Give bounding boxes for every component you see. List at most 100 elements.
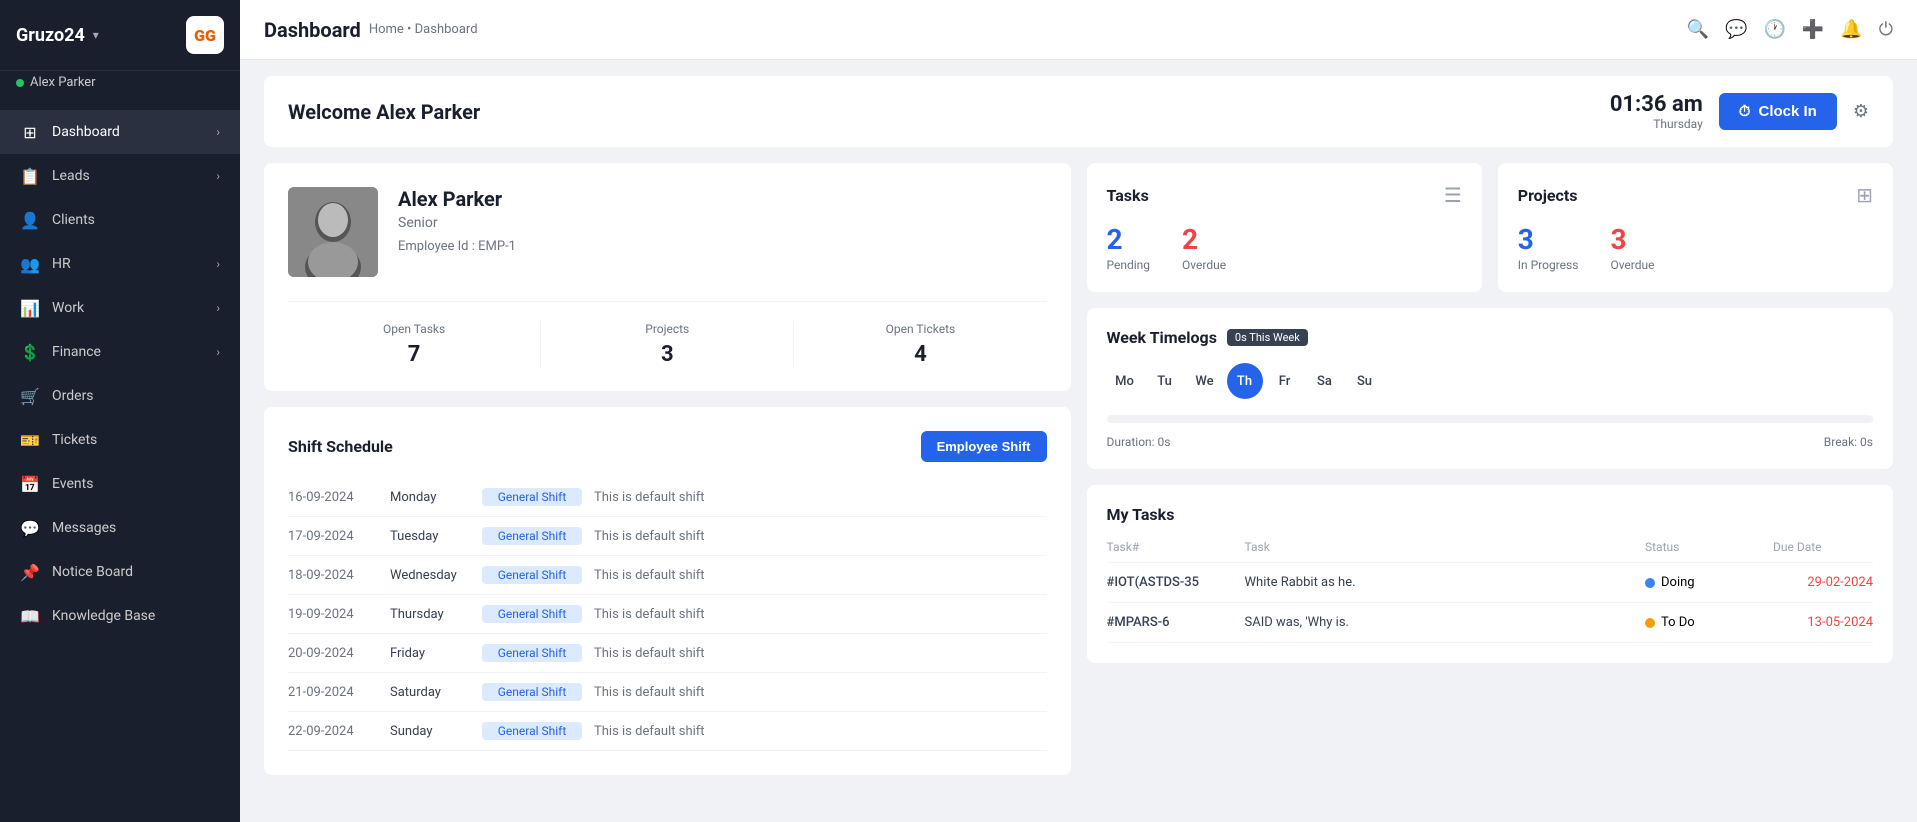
- projects-in-progress: 3 In Progress: [1518, 223, 1579, 272]
- hr-icon: 👥: [20, 254, 40, 274]
- nav-item-left: 🎫 Tickets: [20, 430, 97, 450]
- shift-badge: General Shift: [482, 566, 582, 584]
- nav-item-left: 📌 Notice Board: [20, 562, 133, 582]
- sidebar: Gruzo24 ▾ GG Alex Parker ⊞ Dashboard › 📋…: [0, 0, 240, 822]
- search-icon[interactable]: 🔍: [1687, 19, 1709, 40]
- open-tasks-label: Open Tasks: [288, 322, 540, 336]
- projects-inprogress-label: In Progress: [1518, 258, 1579, 272]
- tickets-icon: 🎫: [20, 430, 40, 450]
- shift-date: 20-09-2024: [288, 646, 378, 661]
- chevron-icon: ›: [216, 169, 220, 183]
- shift-title: Shift Schedule: [288, 437, 393, 456]
- shift-row: 17-09-2024 Tuesday General Shift This is…: [288, 517, 1047, 556]
- day-tab-th[interactable]: Th: [1227, 363, 1263, 399]
- day-tab-tu[interactable]: Tu: [1147, 363, 1183, 399]
- shift-date: 22-09-2024: [288, 724, 378, 739]
- timelogs-badge: 0s This Week: [1227, 329, 1308, 346]
- day-tab-we[interactable]: We: [1187, 363, 1223, 399]
- shift-day: Friday: [390, 646, 470, 661]
- messages-icon: 💬: [20, 518, 40, 538]
- sidebar-item-leads[interactable]: 📋 Leads ›: [0, 154, 240, 198]
- clock-in-label: Clock In: [1759, 103, 1817, 120]
- shift-day: Wednesday: [390, 568, 470, 583]
- sidebar-item-clients[interactable]: 👤 Clients: [0, 198, 240, 242]
- sidebar-item-work[interactable]: 📊 Work ›: [0, 286, 240, 330]
- profile-info: Alex Parker Senior Employee Id : EMP-1: [398, 187, 516, 254]
- clock-in-button[interactable]: ⏱ Clock In: [1719, 93, 1837, 130]
- shift-day: Tuesday: [390, 529, 470, 544]
- mytasks-col-header: Task#: [1107, 540, 1237, 554]
- task-status: To Do: [1645, 615, 1765, 630]
- shift-row: 21-09-2024 Saturday General Shift This i…: [288, 673, 1047, 712]
- employee-shift-button[interactable]: Employee Shift: [921, 431, 1047, 462]
- dashboard-icon: ⊞: [20, 122, 40, 142]
- shift-description: This is default shift: [594, 568, 1047, 583]
- timelogs-title: Week Timelogs: [1107, 328, 1217, 347]
- status-dot: [1645, 578, 1655, 588]
- mytasks-title: My Tasks: [1107, 505, 1874, 524]
- welcome-greeting: Welcome Alex Parker: [288, 100, 480, 124]
- sidebar-item-noticeboard[interactable]: 📌 Notice Board: [0, 550, 240, 594]
- nav-item-left: 🛒 Orders: [20, 386, 94, 406]
- profile-stats: Open Tasks 7 Projects 3 Open Tickets 4: [288, 301, 1047, 367]
- day-tab-sa[interactable]: Sa: [1307, 363, 1343, 399]
- shift-badge: General Shift: [482, 488, 582, 506]
- shift-row: 20-09-2024 Friday General Shift This is …: [288, 634, 1047, 673]
- noticeboard-icon: 📌: [20, 562, 40, 582]
- finance-icon: 💲: [20, 342, 40, 362]
- chat-icon[interactable]: 💬: [1725, 19, 1747, 40]
- projects-widget: Projects ⊞ 3 In Progress 3 Overdue: [1498, 163, 1893, 292]
- sidebar-item-messages[interactable]: 💬 Messages: [0, 506, 240, 550]
- timelog-duration: Duration: 0s: [1107, 435, 1171, 449]
- status-dot: [1645, 618, 1655, 628]
- chevron-icon: ›: [216, 345, 220, 359]
- nav-item-left: 📋 Leads: [20, 166, 90, 186]
- tasks-stats: 2 Pending 2 Overdue: [1107, 223, 1462, 272]
- clock-icon[interactable]: 🕐: [1763, 19, 1785, 40]
- timelogs-header: Week Timelogs 0s This Week: [1107, 328, 1874, 347]
- sidebar-nav: ⊞ Dashboard › 📋 Leads › 👤 Clients 👥 HR ›…: [0, 102, 240, 822]
- profile-employee-id: Employee Id : EMP-1: [398, 239, 516, 254]
- shift-description: This is default shift: [594, 646, 1047, 661]
- content-area: Welcome Alex Parker 01:36 am Thursday ⏱ …: [240, 60, 1917, 822]
- shift-row: 22-09-2024 Sunday General Shift This is …: [288, 712, 1047, 751]
- projects-layers-icon: ⊞: [1856, 183, 1873, 207]
- shift-date: 18-09-2024: [288, 568, 378, 583]
- projects-title: Projects: [1518, 186, 1578, 205]
- sidebar-item-finance[interactable]: 💲 Finance ›: [0, 330, 240, 374]
- chevron-icon: ›: [216, 301, 220, 315]
- sidebar-item-events[interactable]: 📅 Events: [0, 462, 240, 506]
- projects-overdue: 3 Overdue: [1610, 223, 1654, 272]
- power-icon[interactable]: ⏻: [1879, 19, 1893, 40]
- topbar: Dashboard Home • Dashboard 🔍 💬 🕐 ➕ 🔔 ⏻: [240, 0, 1917, 60]
- mytasks-col-header: Status: [1645, 540, 1765, 554]
- nav-label-dashboard: Dashboard: [52, 124, 120, 140]
- sidebar-item-dashboard[interactable]: ⊞ Dashboard ›: [0, 110, 240, 154]
- settings-icon[interactable]: ⚙: [1853, 101, 1869, 122]
- bell-icon[interactable]: 🔔: [1840, 19, 1862, 40]
- task-name: SAID was, 'Why is.: [1245, 615, 1638, 630]
- profile-card: Alex Parker Senior Employee Id : EMP-1 O…: [264, 163, 1071, 391]
- sidebar-item-knowledgebase[interactable]: 📖 Knowledge Base: [0, 594, 240, 638]
- nav-label-noticeboard: Notice Board: [52, 564, 133, 580]
- shift-badge: General Shift: [482, 605, 582, 623]
- day-tab-fr[interactable]: Fr: [1267, 363, 1303, 399]
- sidebar-item-tickets[interactable]: 🎫 Tickets: [0, 418, 240, 462]
- projects-header: Projects ⊞: [1518, 183, 1873, 207]
- leads-icon: 📋: [20, 166, 40, 186]
- shift-day: Saturday: [390, 685, 470, 700]
- day-tab-mo[interactable]: Mo: [1107, 363, 1143, 399]
- nav-label-leads: Leads: [52, 168, 90, 184]
- orders-icon: 🛒: [20, 386, 40, 406]
- sidebar-user: Alex Parker: [0, 71, 240, 102]
- day-tab-su[interactable]: Su: [1347, 363, 1383, 399]
- sidebar-item-hr[interactable]: 👥 HR ›: [0, 242, 240, 286]
- plus-icon[interactable]: ➕: [1802, 19, 1824, 40]
- sidebar-item-orders[interactable]: 🛒 Orders: [0, 374, 240, 418]
- topbar-actions: 🔍 💬 🕐 ➕ 🔔 ⏻: [1687, 19, 1893, 40]
- main-area: Dashboard Home • Dashboard 🔍 💬 🕐 ➕ 🔔 ⏻ W…: [240, 0, 1917, 822]
- profile-stat-tickets: Open Tickets 4: [794, 322, 1046, 367]
- timelog-bar-container: [1107, 415, 1874, 423]
- shift-badge: General Shift: [482, 527, 582, 545]
- chevron-icon: ›: [216, 257, 220, 271]
